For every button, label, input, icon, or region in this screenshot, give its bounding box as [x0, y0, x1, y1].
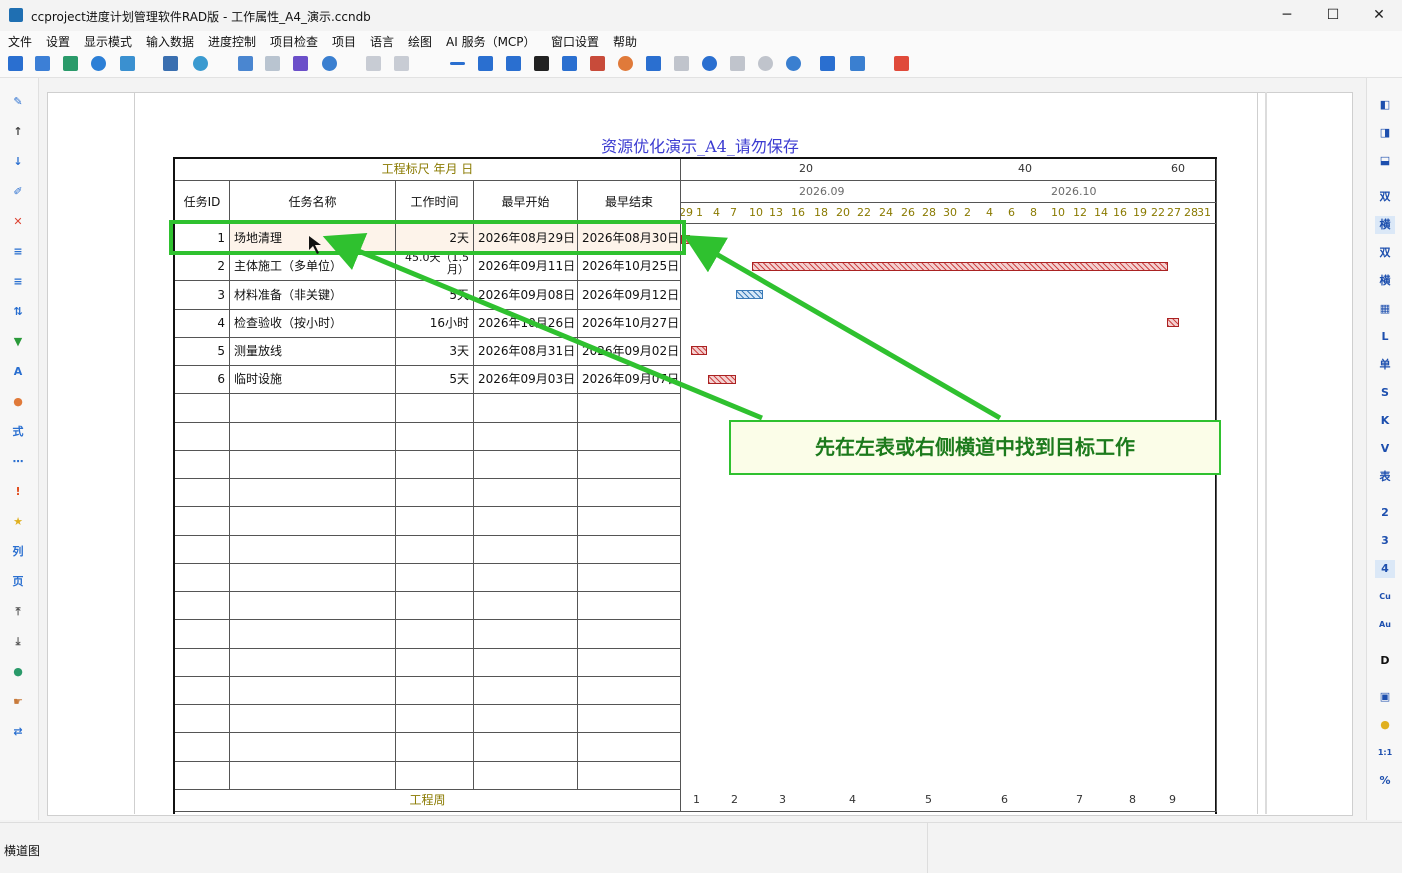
- mouse-cursor-icon: [309, 236, 321, 254]
- arrow-to-table: [322, 232, 763, 421]
- status-bar: 横道图: [0, 822, 1402, 873]
- callout-box: 先在左表或右侧横道中找到目标工作: [729, 420, 1221, 475]
- status-divider: [927, 823, 928, 873]
- status-text: 横道图: [4, 844, 41, 858]
- arrow-to-bar: [683, 234, 1002, 421]
